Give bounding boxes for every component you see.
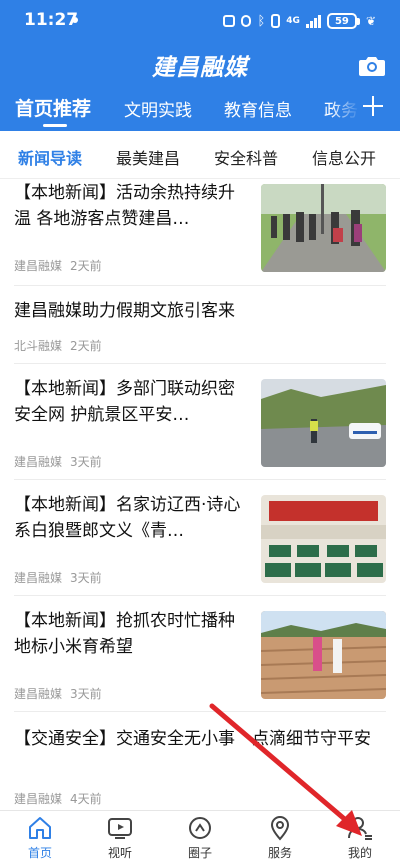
news-source: 建昌融媒	[14, 792, 63, 806]
news-item[interactable]: 【本地新闻】名家访辽西·诗心系白狼暨郎文义《青… 建昌融媒 3天前	[0, 480, 400, 596]
active-tab-indicator	[43, 124, 67, 127]
news-item[interactable]: 【本地新闻】抢抓农时忙播种 地标小米育希望 建昌融媒 3天前	[0, 596, 400, 712]
status-time: 11:27	[24, 10, 79, 30]
news-title: 建昌融媒助力假期文旅引客来	[14, 301, 235, 321]
add-channel-icon[interactable]	[358, 92, 388, 122]
location-icon	[270, 816, 290, 841]
app-header: 11:27 ᛒ 4G 59 ❦ 建昌融媒 首页推荐 文明实践 教育信息 政务	[0, 0, 400, 131]
news-time: 3天前	[70, 687, 102, 701]
app-title: 建昌融媒	[152, 55, 248, 81]
tab-home-recommend[interactable]: 首页推荐	[15, 94, 91, 121]
nav-label: 服务	[267, 846, 292, 860]
subtab-news-guide[interactable]: 新闻导读	[18, 145, 82, 169]
news-title: 【本地新闻】名家访辽西·诗心系白狼暨郎文义《青…	[14, 495, 241, 541]
news-thumbnail	[261, 379, 386, 467]
news-thumbnail	[261, 611, 386, 699]
nav-media[interactable]: 视听	[90, 815, 150, 861]
tv-icon	[108, 818, 132, 839]
news-item[interactable]: 建昌融媒助力假期文旅引客来 北斗融媒 2天前	[0, 286, 400, 364]
bell-off-icon	[241, 15, 252, 27]
subtab-safety[interactable]: 安全科普	[214, 145, 278, 169]
network-type: 4G	[286, 16, 300, 26]
circle-icon	[189, 817, 211, 839]
battery-level: 59	[326, 13, 357, 29]
signal-icon	[305, 14, 321, 28]
status-bar: 11:27 ᛒ 4G 59 ❦	[0, 0, 400, 42]
nav-label: 视听	[107, 846, 132, 860]
news-item[interactable]: 【交通安全】交通安全无小事 点滴细节守平安 建昌融媒 4天前	[0, 712, 400, 810]
channel-tabs: 首页推荐 文明实践 教育信息 政务	[0, 92, 400, 131]
sub-tabs: 新闻导读 最美建昌 安全科普 信息公开	[0, 131, 400, 179]
news-title: 【本地新闻】抢抓农时忙播种 地标小米育希望	[14, 611, 235, 657]
news-time: 3天前	[70, 455, 102, 469]
news-item[interactable]: 【本地新闻】多部门联动织密安全网 护航景区平安… 建昌融媒 3天前	[0, 364, 400, 480]
bottom-nav: 首页 视听 圈子 服务 我的	[0, 810, 400, 866]
news-title: 【交通安全】交通安全无小事 点滴细节守平安	[14, 729, 371, 749]
news-thumbnail	[261, 184, 386, 272]
battery-icon: 59	[326, 13, 360, 29]
status-icons: ᛒ 4G 59 ❦	[223, 12, 376, 30]
camera-icon[interactable]	[358, 54, 386, 78]
nav-home[interactable]: 首页	[10, 815, 70, 861]
news-source: 建昌融媒	[14, 259, 63, 273]
notification-dot-icon	[72, 17, 78, 23]
home-icon	[29, 817, 51, 839]
leaf-icon: ❦	[365, 14, 376, 28]
news-time: 3天前	[70, 571, 102, 585]
tab-civilization[interactable]: 文明实践	[124, 96, 192, 121]
subtab-info-public[interactable]: 信息公开	[312, 145, 376, 169]
nav-mine[interactable]: 我的	[330, 815, 390, 861]
news-item[interactable]: 【本地新闻】活动余热持续升温 各地游客点赞建昌… 建昌融媒 2天前	[0, 180, 400, 286]
news-source: 建昌融媒	[14, 455, 63, 469]
nav-label: 首页	[27, 846, 52, 860]
news-source: 建昌融媒	[14, 687, 63, 701]
news-time: 2天前	[70, 339, 102, 353]
news-thumbnail	[261, 495, 386, 583]
news-title: 【本地新闻】活动余热持续升温 各地游客点赞建昌…	[14, 183, 235, 229]
nav-label: 圈子	[187, 846, 212, 860]
news-source: 北斗融媒	[14, 339, 63, 353]
vibrate-icon	[271, 14, 281, 28]
nav-service[interactable]: 服务	[250, 815, 310, 861]
news-time: 2天前	[70, 259, 102, 273]
nav-label: 我的	[347, 846, 372, 860]
news-time: 4天前	[70, 792, 102, 806]
news-source: 建昌融媒	[14, 571, 63, 585]
tab-education[interactable]: 教育信息	[224, 96, 292, 121]
profile-icon	[348, 817, 372, 840]
news-title: 【本地新闻】多部门联动织密安全网 护航景区平安…	[14, 379, 235, 425]
subtab-beautiful-jianchang[interactable]: 最美建昌	[116, 145, 180, 169]
nfc-icon	[223, 15, 236, 27]
nav-circle[interactable]: 圈子	[170, 815, 230, 861]
bluetooth-icon: ᛒ	[257, 13, 266, 29]
